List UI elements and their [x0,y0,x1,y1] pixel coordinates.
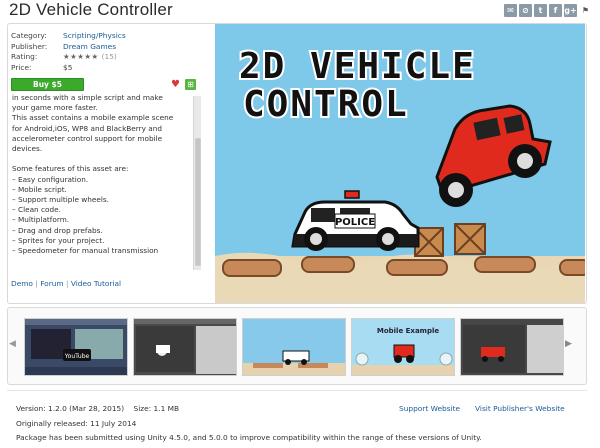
scrollbar-thumb[interactable] [195,138,201,266]
page-title: 2D Vehicle Controller [9,0,173,19]
hero-title-line1: 2D VEHICLE [239,46,476,87]
version-size: Version: 1.2.0 (Mar 28, 2015) Size: 1.1 … [16,404,180,413]
description-panel[interactable]: in seconds with a simple script and make… [10,93,203,273]
add-to-list-icon[interactable]: ⊞ [185,79,196,90]
description-body: in seconds with a simple script and make… [12,93,174,256]
package-compat-note: Package has been submitted using Unity 4… [16,433,482,442]
link-separator: | [65,279,69,288]
rating-count: (15) [101,52,117,61]
category-label: Category: [11,31,47,40]
twitter-icon[interactable]: t [534,4,547,17]
asset-links: Demo | Forum | Video Tutorial [11,279,121,288]
facebook-icon[interactable]: f [549,4,562,17]
publisher-website-link[interactable]: Visit Publisher's Website [475,404,565,413]
forum-link[interactable]: Forum [40,279,63,288]
buy-button[interactable]: Buy $5 [11,78,84,91]
asset-meta: Category: Scripting/Physics Publisher: Dre… [11,31,126,73]
price-label: Price: [11,62,32,72]
description-scrollbar[interactable] [193,96,201,270]
thumbnail[interactable] [133,318,237,376]
thumbnail[interactable]: YouTube [24,318,128,376]
price-value: $5 [63,62,73,72]
link-separator: | [35,279,38,288]
publisher-label: Publisher: [11,41,48,51]
thumbnail[interactable] [460,318,564,376]
carousel-prev-icon[interactable]: ◀ [9,339,16,349]
share-bar: ✉ ⊘ t f g+ ⚑ [504,4,592,17]
hero-banner[interactable]: 2D VEHICLE CONTROL POLICE [215,24,585,303]
publisher-link[interactable]: Dream Games [63,42,116,53]
mobile-example-label: Mobile Example [377,327,439,335]
thumbnail[interactable]: Mobile Example [351,318,455,376]
rating-label: Rating: [11,52,38,61]
demo-link[interactable]: Demo [11,279,33,288]
support-website-link[interactable]: Support Website [399,404,460,413]
youtube-label: YouTube [64,353,90,360]
embed-icon[interactable]: ⊘ [519,4,532,17]
hero-illustration: 2D VEHICLE CONTROL POLICE [215,24,585,303]
rating-stars[interactable]: ★★★★★ [63,52,99,63]
flag-icon[interactable]: ⚑ [579,4,592,17]
police-label: POLICE [335,217,375,228]
googleplus-icon[interactable]: g+ [564,4,577,17]
description-text: in seconds with a simple script and make… [12,93,190,256]
original-release-date: Originally released: 11 July 2014 [16,419,137,428]
wishlist-heart-icon[interactable]: ♥ [171,79,180,90]
carousel-next-icon[interactable]: ▶ [565,339,572,349]
category-link[interactable]: Scripting/Physics [63,31,126,42]
video-tutorial-link[interactable]: Video Tutorial [71,279,121,288]
email-icon[interactable]: ✉ [504,4,517,17]
thumbnail[interactable] [242,318,346,376]
hero-title-line2: CONTROL [243,84,409,125]
